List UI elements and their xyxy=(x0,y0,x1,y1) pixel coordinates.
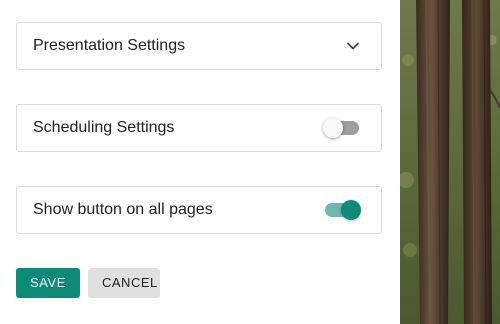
scheduling-settings-toggle[interactable] xyxy=(323,118,361,138)
scheduling-settings-label: Scheduling Settings xyxy=(33,119,175,136)
presentation-settings-accordion[interactable]: Presentation Settings xyxy=(16,22,382,70)
show-button-all-pages-label: Show button on all pages xyxy=(33,201,213,218)
settings-panel: Presentation Settings Scheduling Setting… xyxy=(0,0,400,324)
chevron-down-icon[interactable] xyxy=(345,38,361,54)
save-button[interactable]: SAVE xyxy=(16,268,80,298)
scheduling-settings-row: Scheduling Settings xyxy=(16,104,382,152)
background-photo xyxy=(400,0,500,324)
show-button-all-pages-row: Show button on all pages xyxy=(16,186,382,234)
forest-trees-image xyxy=(400,0,500,324)
toggle-thumb xyxy=(323,118,343,138)
show-button-all-pages-toggle[interactable] xyxy=(325,200,361,220)
toggle-thumb xyxy=(341,200,361,220)
presentation-settings-label: Presentation Settings xyxy=(33,37,186,54)
app-frame: Presentation Settings Scheduling Setting… xyxy=(0,0,500,324)
cancel-button[interactable]: CANCEL xyxy=(88,268,160,298)
